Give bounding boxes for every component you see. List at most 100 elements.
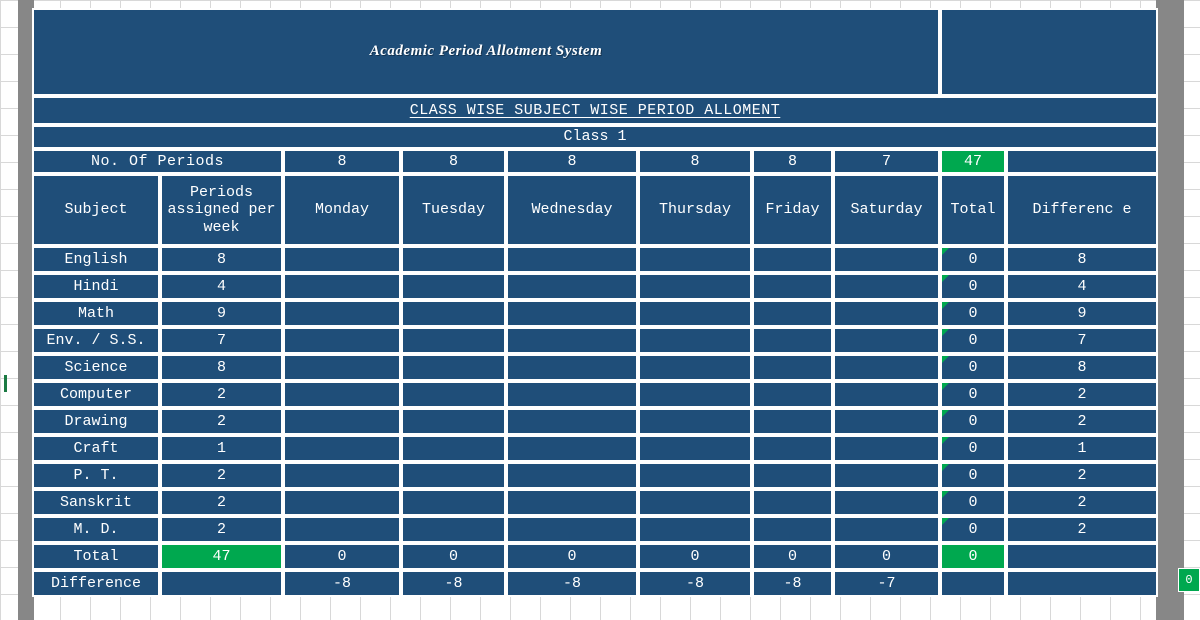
row-entry-tuesday[interactable]	[401, 300, 506, 327]
row-periods-assigned[interactable]: 7	[160, 327, 283, 354]
row-entry-monday[interactable]	[283, 462, 401, 489]
row-entry-monday[interactable]	[283, 273, 401, 300]
row-entry-saturday[interactable]	[833, 516, 941, 543]
row-periods-assigned[interactable]: 2	[160, 381, 283, 408]
no-of-periods-tuesday[interactable]: 8	[401, 149, 506, 174]
row-entry-wednesday[interactable]	[506, 327, 638, 354]
row-entry-friday[interactable]	[752, 246, 833, 273]
row-entry-saturday[interactable]	[833, 273, 941, 300]
row-entry-monday[interactable]	[283, 300, 401, 327]
row-entry-wednesday[interactable]	[506, 246, 638, 273]
row-entry-thursday[interactable]	[638, 516, 752, 543]
row-entry-tuesday[interactable]	[401, 516, 506, 543]
row-entry-wednesday[interactable]	[506, 408, 638, 435]
row-entry-saturday[interactable]	[833, 435, 941, 462]
row-entry-monday[interactable]	[283, 246, 401, 273]
row-entry-friday[interactable]	[752, 354, 833, 381]
row-entry-saturday[interactable]	[833, 408, 941, 435]
row-entry-wednesday[interactable]	[506, 516, 638, 543]
table-row[interactable]: P. T. 2 0 2	[32, 462, 1159, 489]
row-periods-assigned[interactable]: 9	[160, 300, 283, 327]
row-entry-thursday[interactable]	[638, 327, 752, 354]
row-entry-saturday[interactable]	[833, 489, 941, 516]
no-of-periods-friday[interactable]: 8	[752, 149, 833, 174]
row-periods-assigned[interactable]: 4	[160, 273, 283, 300]
row-entry-tuesday[interactable]	[401, 273, 506, 300]
row-entry-thursday[interactable]	[638, 435, 752, 462]
row-entry-wednesday[interactable]	[506, 300, 638, 327]
table-row[interactable]: English 8 0 8	[32, 246, 1159, 273]
row-entry-saturday[interactable]	[833, 354, 941, 381]
table-row[interactable]: Computer 2 0 2	[32, 381, 1159, 408]
row-periods-assigned[interactable]: 2	[160, 408, 283, 435]
row-periods-assigned[interactable]: 1	[160, 435, 283, 462]
row-entry-tuesday[interactable]	[401, 327, 506, 354]
row-entry-friday[interactable]	[752, 327, 833, 354]
row-difference: 2	[1006, 516, 1159, 543]
row-difference: 2	[1006, 381, 1159, 408]
table-row[interactable]: M. D. 2 0 2	[32, 516, 1159, 543]
table-row[interactable]: Drawing 2 0 2	[32, 408, 1159, 435]
row-entry-wednesday[interactable]	[506, 489, 638, 516]
table-row[interactable]: Math 9 0 9	[32, 300, 1159, 327]
row-entry-thursday[interactable]	[638, 462, 752, 489]
table-row[interactable]: Science 8 0 8	[32, 354, 1159, 381]
row-entry-thursday[interactable]	[638, 408, 752, 435]
row-periods-assigned[interactable]: 2	[160, 462, 283, 489]
row-entry-saturday[interactable]	[833, 462, 941, 489]
row-entry-monday[interactable]	[283, 354, 401, 381]
table-row[interactable]: Env. / S.S. 7 0 7	[32, 327, 1159, 354]
row-entry-thursday[interactable]	[638, 246, 752, 273]
row-entry-saturday[interactable]	[833, 246, 941, 273]
row-entry-monday[interactable]	[283, 435, 401, 462]
row-entry-thursday[interactable]	[638, 273, 752, 300]
row-entry-tuesday[interactable]	[401, 462, 506, 489]
row-entry-friday[interactable]	[752, 462, 833, 489]
row-entry-tuesday[interactable]	[401, 489, 506, 516]
row-periods-assigned[interactable]: 2	[160, 489, 283, 516]
row-entry-friday[interactable]	[752, 489, 833, 516]
period-allotment-table[interactable]: Academic Period Allotment System CLASS W…	[32, 8, 1159, 597]
row-entry-wednesday[interactable]	[506, 273, 638, 300]
row-entry-tuesday[interactable]	[401, 408, 506, 435]
row-entry-wednesday[interactable]	[506, 381, 638, 408]
row-entry-monday[interactable]	[283, 408, 401, 435]
row-entry-friday[interactable]	[752, 408, 833, 435]
row-entry-saturday[interactable]	[833, 381, 941, 408]
row-entry-wednesday[interactable]	[506, 354, 638, 381]
no-of-periods-thursday[interactable]: 8	[638, 149, 752, 174]
row-periods-assigned[interactable]: 2	[160, 516, 283, 543]
no-of-periods-saturday[interactable]: 7	[833, 149, 941, 174]
table-row[interactable]: Craft 1 0 1	[32, 435, 1159, 462]
row-entry-saturday[interactable]	[833, 300, 941, 327]
difference-row-total	[940, 570, 1007, 597]
row-entry-tuesday[interactable]	[401, 246, 506, 273]
no-of-periods-monday[interactable]: 8	[283, 149, 401, 174]
row-entry-monday[interactable]	[283, 489, 401, 516]
no-of-periods-wednesday[interactable]: 8	[506, 149, 638, 174]
row-entry-friday[interactable]	[752, 273, 833, 300]
row-entry-monday[interactable]	[283, 327, 401, 354]
row-periods-assigned[interactable]: 8	[160, 246, 283, 273]
row-entry-tuesday[interactable]	[401, 381, 506, 408]
row-entry-friday[interactable]	[752, 300, 833, 327]
row-entry-thursday[interactable]	[638, 354, 752, 381]
row-entry-wednesday[interactable]	[506, 462, 638, 489]
row-entry-monday[interactable]	[283, 381, 401, 408]
row-entry-tuesday[interactable]	[401, 354, 506, 381]
row-entry-tuesday[interactable]	[401, 435, 506, 462]
row-entry-monday[interactable]	[283, 516, 401, 543]
row-entry-thursday[interactable]	[638, 489, 752, 516]
row-total: 0	[940, 516, 1007, 543]
row-entry-thursday[interactable]	[638, 300, 752, 327]
spreadsheet-canvas[interactable]: Academic Period Allotment System CLASS W…	[0, 0, 1200, 620]
table-row[interactable]: Hindi 4 0 4	[32, 273, 1159, 300]
row-periods-assigned[interactable]: 8	[160, 354, 283, 381]
row-entry-saturday[interactable]	[833, 327, 941, 354]
row-entry-wednesday[interactable]	[506, 435, 638, 462]
row-entry-thursday[interactable]	[638, 381, 752, 408]
row-entry-friday[interactable]	[752, 516, 833, 543]
row-entry-friday[interactable]	[752, 381, 833, 408]
row-entry-friday[interactable]	[752, 435, 833, 462]
table-row[interactable]: Sanskrit 2 0 2	[32, 489, 1159, 516]
